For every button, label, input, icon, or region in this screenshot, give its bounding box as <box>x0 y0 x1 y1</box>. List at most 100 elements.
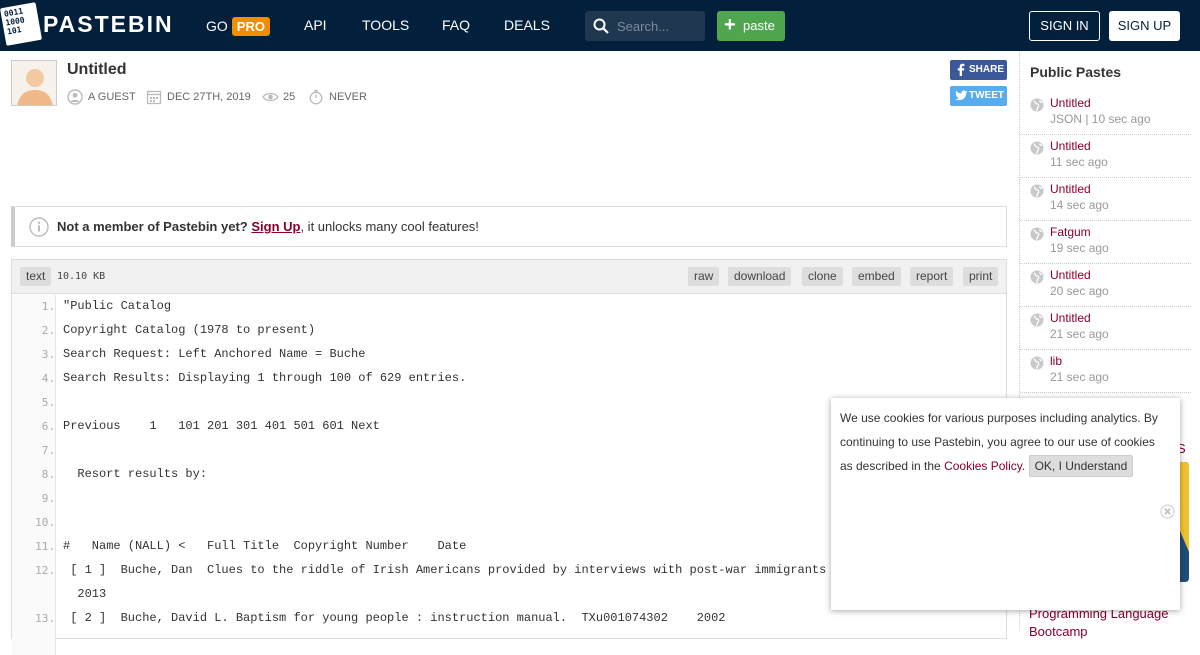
code-line: 2013 <box>63 587 107 601</box>
nav-faq[interactable]: FAQ <box>442 17 470 33</box>
calendar-icon <box>146 90 162 105</box>
public-paste-title[interactable]: Untitled <box>1050 96 1091 110</box>
paste-views: 25 <box>262 89 302 105</box>
author-name[interactable]: A GUEST <box>88 91 136 103</box>
public-paste-item[interactable]: lib 21 sec ago <box>1020 350 1191 393</box>
public-paste-item[interactable]: Fatgum 19 sec ago <box>1020 221 1191 264</box>
nav-deals[interactable]: DEALS <box>504 17 550 33</box>
public-pastes-title: Public Pastes <box>1030 64 1122 80</box>
notice-signup-link[interactable]: Sign Up <box>251 219 300 234</box>
public-paste-title[interactable]: Untitled <box>1050 311 1091 325</box>
globe-icon <box>1030 227 1044 241</box>
download-button[interactable]: download <box>728 267 792 286</box>
sign-up-button[interactable]: SIGN UP <box>1109 11 1180 41</box>
globe-icon <box>1030 356 1044 370</box>
user-icon <box>67 89 83 105</box>
public-paste-title[interactable]: Untitled <box>1050 182 1091 196</box>
public-paste-title[interactable]: lib <box>1050 354 1062 368</box>
code-line: Copyright Catalog (1978 to present) <box>63 323 316 337</box>
line-number: 7. <box>41 444 55 457</box>
line-number: 13. <box>35 612 55 625</box>
notice-text: Not a member of Pastebin yet? Sign Up, i… <box>57 219 479 234</box>
cookies-policy-link[interactable]: Cookies Policy <box>944 459 1022 473</box>
guest-avatar-icon <box>12 61 56 105</box>
paste-expiry: NEVER <box>308 89 378 105</box>
twitter-icon <box>955 90 968 101</box>
public-paste-title[interactable]: Untitled <box>1050 139 1091 153</box>
cookie-period: . <box>1021 459 1026 473</box>
public-paste-title[interactable]: Fatgum <box>1050 225 1091 239</box>
code-line: [ 1 ] Buche, Dan Clues to the riddle of … <box>63 563 848 577</box>
public-paste-title[interactable]: Untitled <box>1050 268 1091 282</box>
facebook-icon <box>957 63 965 76</box>
search-box <box>585 11 705 41</box>
gutter-divider <box>55 295 56 655</box>
globe-icon <box>1030 98 1044 112</box>
globe-icon <box>1030 270 1044 284</box>
line-number: 6. <box>41 420 55 433</box>
nav-tools[interactable]: TOOLS <box>362 17 409 33</box>
paste-author: A GUEST <box>67 89 147 105</box>
raw-button[interactable]: raw <box>688 267 720 286</box>
expiry-text: NEVER <box>329 91 367 103</box>
code-line: # Name (NALL) < Full Title Copyright Num… <box>63 539 467 553</box>
public-paste-meta: 19 sec ago <box>1050 241 1109 255</box>
logo-icon[interactable]: 0011 1000 101 <box>0 2 43 46</box>
report-button[interactable]: report <box>910 267 954 286</box>
date-text: DEC 27TH, 2019 <box>167 91 251 103</box>
nav-go-label: GO <box>206 18 228 34</box>
top-header: 0011 1000 101 PASTEBIN GO PRO API TOOLS F… <box>0 0 1200 51</box>
code-line: [ 2 ] Buche, David L. Baptism for young … <box>63 611 726 625</box>
code-line: Previous 1 101 201 301 401 501 601 Next <box>63 419 380 433</box>
views-count: 25 <box>283 91 296 103</box>
twitter-tweet-button[interactable]: TWEET <box>950 86 1007 106</box>
info-icon <box>29 217 49 237</box>
code-line: Resort results by: <box>63 467 208 481</box>
ad-close-icon[interactable] <box>1160 504 1175 519</box>
new-paste-button[interactable]: + paste <box>717 11 785 41</box>
nav-go-pro[interactable]: GO PRO <box>206 17 270 36</box>
eye-icon <box>262 92 279 102</box>
line-number: 5. <box>41 396 55 409</box>
notice-rest: , it unlocks many cool features! <box>300 219 479 234</box>
public-paste-meta: 11 sec ago <box>1050 155 1108 169</box>
public-paste-meta: 21 sec ago <box>1050 370 1109 384</box>
cookie-banner: We use cookies for various purposes incl… <box>831 398 1180 610</box>
line-number: 12. <box>35 564 55 577</box>
code-line: Search Request: Left Anchored Name = Buc… <box>63 347 366 361</box>
cookie-text: We use cookies for various purposes incl… <box>840 406 1170 478</box>
public-paste-item[interactable]: Untitled 14 sec ago <box>1020 178 1191 221</box>
public-paste-meta: 21 sec ago <box>1050 327 1109 341</box>
cookie-accept-button[interactable]: OK, I Understand <box>1028 455 1134 477</box>
file-size: 10.10 KB <box>57 271 106 282</box>
stopwatch-icon <box>309 89 323 105</box>
public-paste-item[interactable]: Untitled 11 sec ago <box>1020 135 1191 178</box>
avatar <box>11 60 57 106</box>
search-input[interactable] <box>617 17 699 35</box>
embed-button[interactable]: embed <box>852 267 901 286</box>
facebook-share-button[interactable]: SHARE <box>950 60 1007 80</box>
pro-badge: PRO <box>231 17 270 36</box>
public-paste-item[interactable]: Untitled JSON | 10 sec ago <box>1020 92 1191 135</box>
globe-icon <box>1030 141 1044 155</box>
search-icon[interactable] <box>593 18 609 34</box>
logo-text[interactable]: PASTEBIN <box>43 11 174 38</box>
notice-lead: Not a member of Pastebin yet? <box>57 219 248 234</box>
logo-bits: 0011 1000 101 <box>3 6 26 37</box>
sign-in-button[interactable]: SIGN IN <box>1029 11 1100 41</box>
line-number: 2. <box>41 324 55 337</box>
print-button[interactable]: print <box>963 267 999 286</box>
syntax-badge[interactable]: text <box>20 267 52 286</box>
public-paste-item[interactable]: Untitled 21 sec ago <box>1020 307 1191 350</box>
line-number: 8. <box>41 468 55 481</box>
public-paste-item[interactable]: Untitled 20 sec ago <box>1020 264 1191 307</box>
public-paste-meta: 14 sec ago <box>1050 198 1109 212</box>
nav-api[interactable]: API <box>304 17 327 33</box>
new-paste-label: paste <box>743 18 775 33</box>
line-number: 11. <box>35 540 55 553</box>
signup-notice: Not a member of Pastebin yet? Sign Up, i… <box>11 206 1007 247</box>
sidebar-link-bootcamp[interactable]: Bootcamp <box>1029 624 1088 639</box>
clone-button[interactable]: clone <box>802 267 843 286</box>
public-paste-meta: JSON | 10 sec ago <box>1050 112 1151 126</box>
tweet-label: TWEET <box>969 90 1004 101</box>
